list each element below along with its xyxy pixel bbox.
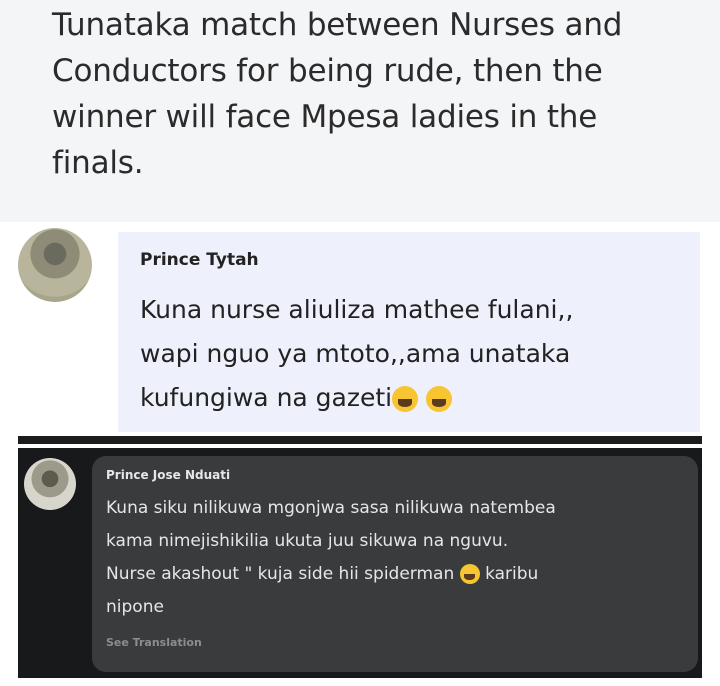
comment-line-last: kufungiwa na gazeti	[140, 376, 680, 420]
comment-bubble: Prince Tytah Kuna nurse aliuliza mathee …	[118, 232, 700, 432]
comment-line-text: kufungiwa na gazeti	[140, 383, 393, 412]
comment-dark: Prince Jose Nduati Kuna siku nilikuwa mg…	[18, 448, 702, 678]
avatar[interactable]	[18, 228, 92, 302]
post-content: Tunataka match between Nurses and Conduc…	[0, 0, 720, 222]
comment-line-text: Nurse akashout " kuja side hii spiderman	[106, 564, 455, 584]
comment-line: Nurse akashout " kuja side hii spiderman…	[106, 558, 686, 591]
avatar[interactable]	[24, 458, 76, 510]
post-line: Conductors for being rude, then the	[52, 53, 603, 89]
comment-line: kama nimejishikilia ukuta juu sikuwa na …	[106, 531, 509, 551]
comment-body: Kuna nurse aliuliza mathee fulani,, wapi…	[140, 288, 680, 420]
comment-line: wapi nguo ya mtoto,,ama unataka	[140, 339, 571, 368]
post-line: finals.	[52, 145, 144, 181]
comment-light: Prince Tytah Kuna nurse aliuliza mathee …	[0, 222, 720, 434]
post-line: winner will face Mpesa ladies in the	[52, 99, 598, 135]
sad-emoji-icon	[459, 564, 480, 584]
comment-author[interactable]: Prince Tytah	[140, 250, 259, 270]
laughing-emoji-icon	[426, 386, 453, 412]
bottom-edge	[0, 678, 720, 686]
see-translation-link[interactable]: See Translation	[106, 636, 202, 649]
comment-body: Kuna siku nilikuwa mgonjwa sasa nilikuwa…	[106, 492, 686, 624]
laughing-emoji-icon	[392, 386, 419, 412]
divider	[18, 436, 702, 444]
comment-line-tail: karibu	[485, 564, 539, 584]
comment-bubble: Prince Jose Nduati Kuna siku nilikuwa mg…	[92, 456, 698, 672]
post-text: Tunataka match between Nurses and Conduc…	[52, 2, 702, 186]
comment-author[interactable]: Prince Jose Nduati	[106, 468, 230, 482]
comment-line: nipone	[106, 597, 164, 617]
comment-line: Kuna nurse aliuliza mathee fulani,,	[140, 295, 574, 324]
comment-line: Kuna siku nilikuwa mgonjwa sasa nilikuwa…	[106, 498, 556, 518]
post-line: Tunataka match between Nurses and	[52, 7, 623, 43]
